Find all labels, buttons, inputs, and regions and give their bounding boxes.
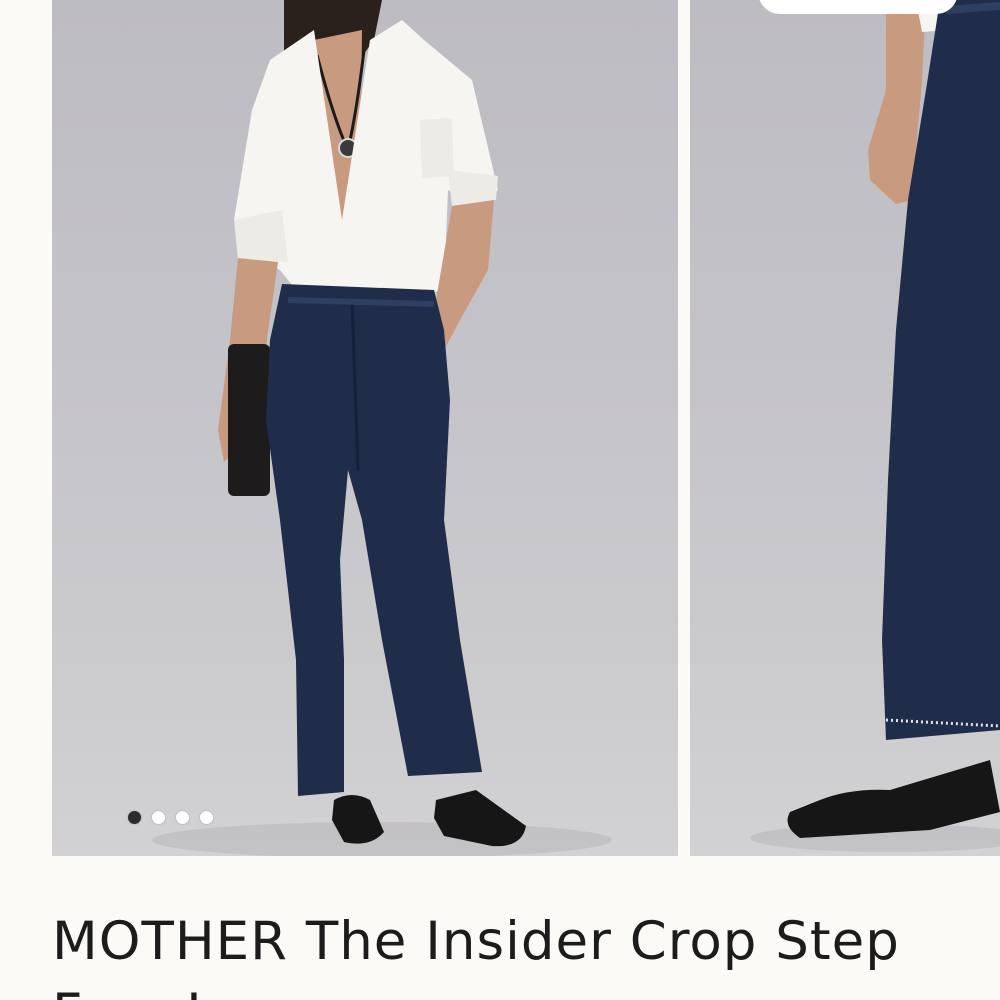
product-image-next[interactable]	[690, 0, 1000, 856]
overlay-pill	[758, 0, 958, 14]
product-image-carousel[interactable]	[0, 0, 1000, 856]
carousel-dot-4[interactable]	[200, 811, 213, 824]
model-side-illustration	[750, 0, 1000, 852]
model-front-illustration	[152, 0, 612, 856]
product-image-main[interactable]	[52, 0, 678, 856]
carousel-dot-2[interactable]	[152, 811, 165, 824]
carousel-dot-3[interactable]	[176, 811, 189, 824]
product-page: MOTHER The Insider Crop Step Fray Jeans	[0, 0, 1000, 1000]
carousel-pagination	[128, 811, 213, 824]
product-title: MOTHER The Insider Crop Step Fray Jeans	[52, 911, 900, 1000]
carousel-dot-1[interactable]	[128, 811, 141, 824]
